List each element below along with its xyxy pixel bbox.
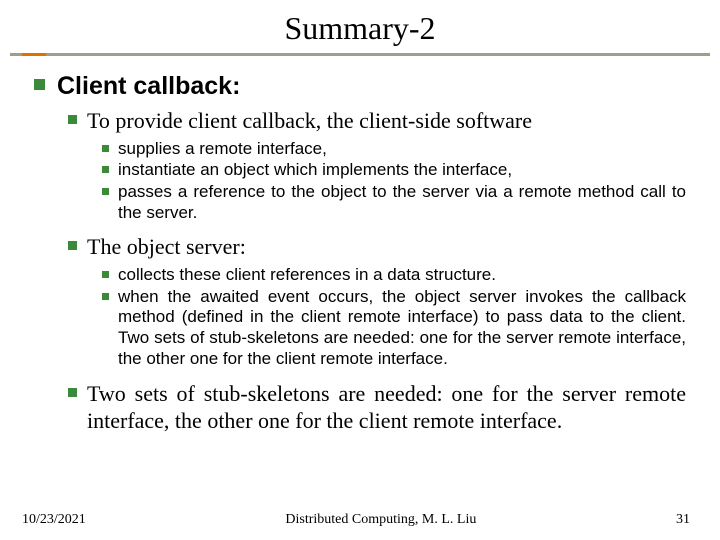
square-bullet-icon	[34, 79, 45, 90]
list-item-text: instantiate an object which implements t…	[118, 160, 686, 181]
list-item-text: supplies a remote interface,	[118, 139, 686, 160]
list-item-text: Two sets of stub-skeletons are needed: o…	[87, 380, 686, 435]
divider	[10, 53, 710, 57]
list-item: Two sets of stub-skeletons are needed: o…	[68, 380, 686, 435]
list-item-text: when the awaited event occurs, the objec…	[118, 287, 686, 370]
footer-center: Distributed Computing, M. L. Liu	[285, 512, 476, 528]
square-bullet-icon	[68, 241, 77, 250]
list-item: To provide client callback, the client-s…	[68, 107, 686, 135]
heading-row: Client callback:	[34, 71, 686, 101]
list-item: when the awaited event occurs, the objec…	[102, 287, 686, 370]
list-item: passes a reference to the object to the …	[102, 182, 686, 223]
list-item-text: To provide client callback, the client-s…	[87, 107, 686, 135]
slide: Summary-2 Client callback: To provide cl…	[0, 0, 720, 540]
list-item-text: The object server:	[87, 233, 686, 261]
square-bullet-icon	[102, 166, 109, 173]
divider-bar	[10, 53, 710, 56]
square-bullet-icon	[68, 115, 77, 124]
slide-title: Summary-2	[0, 0, 720, 53]
square-bullet-icon	[102, 188, 109, 195]
square-bullet-icon	[102, 293, 109, 300]
content: Client callback: To provide client callb…	[0, 71, 720, 435]
list-item-text: collects these client references in a da…	[118, 265, 686, 286]
list-item: The object server:	[68, 233, 686, 261]
heading-text: Client callback:	[57, 71, 240, 101]
square-bullet-icon	[68, 388, 77, 397]
list-item: collects these client references in a da…	[102, 265, 686, 286]
list-item: instantiate an object which implements t…	[102, 160, 686, 181]
footer-page: 31	[676, 512, 690, 528]
list-item: supplies a remote interface,	[102, 139, 686, 160]
list-item-text: passes a reference to the object to the …	[118, 182, 686, 223]
divider-accent	[22, 53, 46, 56]
square-bullet-icon	[102, 145, 109, 152]
square-bullet-icon	[102, 271, 109, 278]
footer: 10/23/2021 Distributed Computing, M. L. …	[0, 512, 720, 528]
footer-date: 10/23/2021	[22, 512, 86, 528]
